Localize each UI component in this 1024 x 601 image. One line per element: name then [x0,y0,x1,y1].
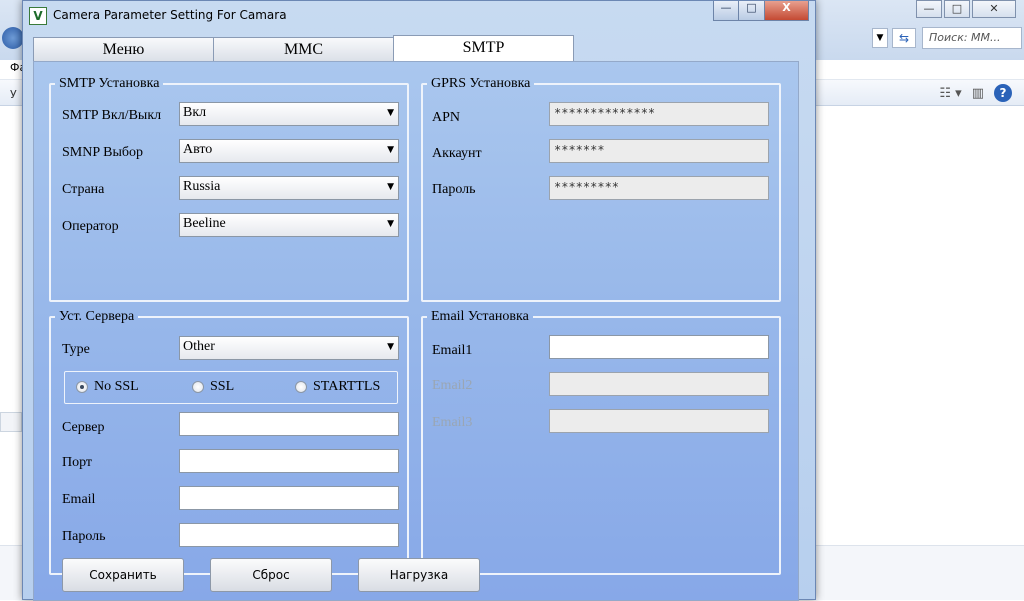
chevron-down-icon: ▼ [387,182,394,192]
server-password-label: Пароль [62,529,106,544]
gprs-password-field[interactable]: ********* [549,176,769,200]
country-value: Russia [183,179,221,194]
email-settings-legend: Email Установка [431,309,529,324]
background-search-input[interactable]: Поиск: MM... [922,27,1022,49]
email3-label: Email3 [432,415,473,430]
email2-label: Email2 [432,378,473,393]
radio-ssl-label: SSL [210,379,235,394]
dialog-window-controls: — □ X [713,1,809,21]
server-email-field[interactable] [179,486,399,510]
back-arrow-icon[interactable] [2,27,24,49]
chevron-down-icon: ▼ [387,219,394,229]
chevron-down-icon: ▼ [387,342,394,352]
background-maximize-button[interactable]: □ [944,0,970,18]
camera-settings-dialog: V Camera Parameter Setting For Camara — … [22,0,816,601]
chevron-down-icon: ▼ [387,145,394,155]
operator-value: Beeline [183,216,226,231]
email1-label: Email1 [432,343,473,358]
background-minimize-button[interactable]: — [916,0,942,18]
minimize-button[interactable]: — [713,1,739,21]
address-dropdown-icon[interactable]: ▼ [872,28,888,48]
smnp-select[interactable]: Авто ▼ [179,139,399,163]
smtp-onoff-label: SMTP Вкл/Выкл [62,108,162,123]
server-type-label: Type [62,342,90,357]
gprs-password-label: Пароль [432,182,476,197]
port-field[interactable] [179,449,399,473]
close-button[interactable]: X [765,1,809,21]
apn-label: APN [432,110,461,125]
tab-menu[interactable]: Меню [33,37,214,62]
operator-label: Оператор [62,219,119,234]
background-command-icons: ☷ ▾ ▥ ? [939,84,1012,102]
smtp-onoff-value: Вкл [183,105,207,120]
account-label: Аккаунт [432,146,482,161]
server-type-value: Other [183,339,215,354]
country-select[interactable]: Russia ▼ [179,176,399,200]
email1-field[interactable] [549,335,769,359]
preview-pane-icon[interactable]: ▥ [972,86,984,101]
radio-no-ssl[interactable]: No SSL [76,379,139,395]
radio-starttls[interactable]: STARTTLS [295,379,380,395]
radio-no-ssl-label: No SSL [94,379,139,394]
background-left-fragment: У [10,88,17,101]
apn-field[interactable]: ************** [549,102,769,126]
account-field[interactable]: ******* [549,139,769,163]
view-options-icon[interactable]: ☷ ▾ [939,86,961,101]
chevron-down-icon: ▼ [387,108,394,118]
server-field[interactable] [179,412,399,436]
app-logo-icon: V [29,7,47,25]
server-email-label: Email [62,492,96,507]
dialog-titlebar: V Camera Parameter Setting For Camara — … [23,1,815,31]
email2-field [549,372,769,396]
save-button[interactable]: Сохранить [62,558,184,592]
radio-selected-icon [76,381,88,393]
tab-mmc[interactable]: MMC [213,37,394,62]
help-icon[interactable]: ? [994,84,1012,102]
radio-unselected-icon [192,381,204,393]
tab-strip: Меню MMC SMTP [33,35,574,62]
refresh-icon[interactable]: ⇆ [892,28,916,48]
smtp-settings-legend: SMTP Установка [59,76,160,91]
background-left-element [0,412,22,432]
reset-button[interactable]: Сброс [210,558,332,592]
server-settings-legend: Уст. Сервера [59,309,135,324]
server-type-select[interactable]: Other ▼ [179,336,399,360]
server-label: Сервер [62,420,105,435]
port-label: Порт [62,455,93,470]
radio-starttls-label: STARTTLS [313,379,381,394]
smnp-select-label: SMNP Выбор [62,145,143,160]
tab-smtp[interactable]: SMTP [393,35,574,62]
smtp-tab-panel: SMTP Установка SMTP Вкл/Выкл Вкл ▼ SMNP … [33,61,799,601]
smtp-onoff-select[interactable]: Вкл ▼ [179,102,399,126]
background-window-controls: — □ ✕ [914,0,1016,18]
load-button[interactable]: Нагрузка [358,558,480,592]
radio-ssl[interactable]: SSL [192,379,234,395]
country-label: Страна [62,182,105,197]
maximize-button[interactable]: □ [739,1,765,21]
email3-field [549,409,769,433]
gprs-settings-legend: GPRS Установка [431,76,531,91]
background-close-button[interactable]: ✕ [972,0,1016,18]
operator-select[interactable]: Beeline ▼ [179,213,399,237]
smnp-value: Авто [183,142,213,157]
server-password-field[interactable] [179,523,399,547]
dialog-title: Camera Parameter Setting For Camara [53,8,287,22]
radio-unselected-icon [295,381,307,393]
